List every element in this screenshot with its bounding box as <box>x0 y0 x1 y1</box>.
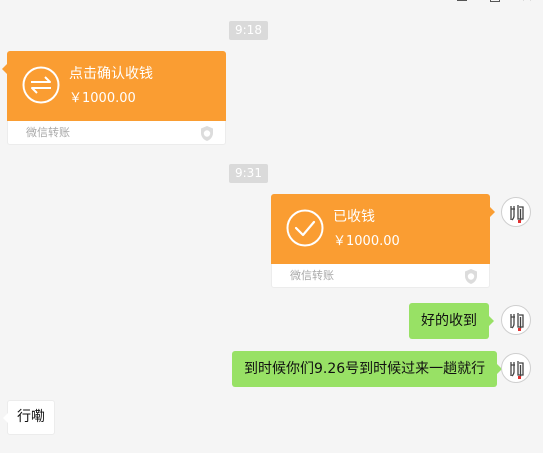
avatar[interactable] <box>501 305 531 335</box>
transfer-card-received[interactable]: 已收钱 ￥1000.00 微信转账 <box>271 194 495 288</box>
message-bubble-incoming[interactable]: 行嘞 <box>3 400 55 435</box>
bubble-tail <box>2 64 7 74</box>
message-bubble-outgoing[interactable]: 好的收到 <box>409 303 494 339</box>
avatar[interactable] <box>501 353 531 383</box>
message-bubble-outgoing[interactable]: 到时候你们9.26号到时候过来一趟就行 <box>232 351 503 387</box>
shield-icon <box>201 126 213 141</box>
timestamp: 9:18 <box>229 21 268 40</box>
transfer-source-label: 微信转账 <box>290 269 334 282</box>
transfer-card-incoming[interactable]: 点击确认收钱 ￥1000.00 微信转账 <box>2 51 226 145</box>
close-icon[interactable] <box>511 0 543 6</box>
timestamp: 9:31 <box>229 164 268 183</box>
transfer-amount: ￥1000.00 <box>69 91 136 106</box>
transfer-arrows-icon <box>22 66 60 104</box>
avatar[interactable] <box>501 197 531 227</box>
check-circle-icon <box>286 209 324 247</box>
transfer-title: 已收钱 <box>333 209 375 225</box>
transfer-card-body: 点击确认收钱 ￥1000.00 <box>2 51 226 121</box>
transfer-card-body: 已收钱 ￥1000.00 <box>271 194 495 264</box>
transfer-card-footer: 微信转账 <box>271 264 490 288</box>
bubble-tail <box>490 207 495 217</box>
maximize-icon[interactable] <box>479 0 511 6</box>
minimize-icon[interactable] <box>447 0 479 6</box>
transfer-title: 点击确认收钱 <box>69 66 153 82</box>
window-controls <box>447 0 543 6</box>
transfer-card-footer: 微信转账 <box>7 121 226 145</box>
transfer-source-label: 微信转账 <box>26 126 70 139</box>
transfer-amount: ￥1000.00 <box>333 234 400 249</box>
shield-icon <box>465 269 477 284</box>
